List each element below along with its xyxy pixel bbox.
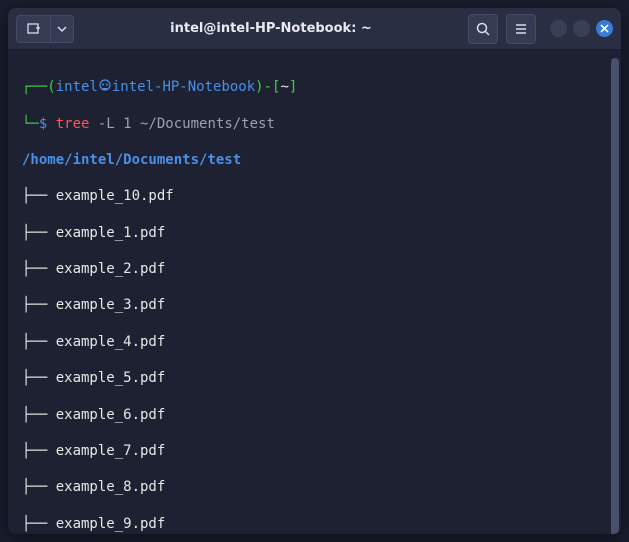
tree-row: ├── example_2.pdf [22, 260, 617, 278]
chevron-down-icon [57, 24, 67, 34]
minimize-button[interactable] [550, 20, 567, 37]
window-title: intel@intel-HP-Notebook: ~ [82, 21, 460, 36]
output-path: /home/intel/Documents/test [22, 151, 617, 169]
prompt-line-1: ┌──(intelintel-HP-Notebook)-[~] [22, 78, 617, 96]
tree-row: ├── example_9.pdf [22, 515, 617, 533]
skull-icon [98, 79, 112, 93]
tree-row: ├── example_7.pdf [22, 442, 617, 460]
terminal-window: intel@intel-HP-Notebook: ~ ┌──(intelinte… [8, 8, 621, 534]
tree-row: ├── example_4.pdf [22, 333, 617, 351]
new-tab-button[interactable] [16, 15, 50, 43]
tree-row: ├── example_3.pdf [22, 296, 617, 314]
hamburger-icon [513, 21, 529, 37]
close-icon [596, 20, 613, 37]
terminal-content: ┌──(intelintel-HP-Notebook)-[~] └─$ tree… [22, 60, 617, 534]
close-button[interactable] [596, 20, 613, 37]
new-tab-group [16, 15, 74, 43]
maximize-button[interactable] [573, 20, 590, 37]
tree-row: ├── example_6.pdf [22, 406, 617, 424]
search-button[interactable] [468, 14, 498, 44]
command-line: └─$ tree -L 1 ~/Documents/test [22, 115, 617, 133]
tree-row: ├── example_5.pdf [22, 369, 617, 387]
titlebar: intel@intel-HP-Notebook: ~ [8, 8, 621, 50]
menu-button[interactable] [506, 14, 536, 44]
tree-row: ├── example_10.pdf [22, 187, 617, 205]
tree-row: ├── example_1.pdf [22, 224, 617, 242]
titlebar-right [468, 14, 613, 44]
terminal-body[interactable]: ┌──(intelintel-HP-Notebook)-[~] └─$ tree… [8, 50, 621, 534]
search-icon [475, 21, 491, 37]
window-controls [550, 20, 613, 37]
scrollbar[interactable] [611, 58, 619, 534]
tree-row: ├── example_8.pdf [22, 478, 617, 496]
new-tab-dropdown[interactable] [50, 15, 74, 43]
new-tab-icon [26, 21, 42, 37]
